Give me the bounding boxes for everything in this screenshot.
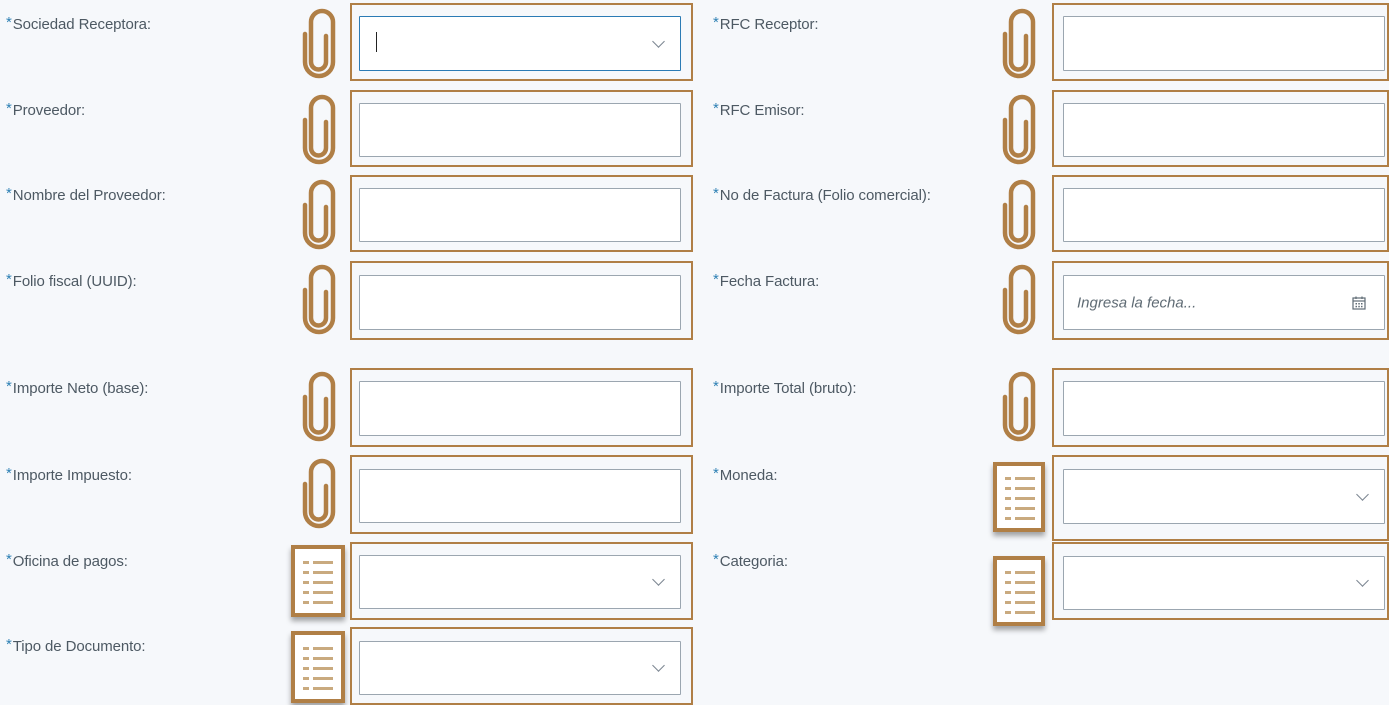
- list-icon[interactable]: [291, 545, 345, 617]
- importe-neto-input[interactable]: [359, 381, 681, 436]
- fecha-factura-datepicker[interactable]: Ingresa la fecha...: [1063, 275, 1385, 330]
- rfc-receptor-input[interactable]: [1063, 16, 1385, 71]
- tipo-documento-select[interactable]: [359, 641, 681, 695]
- calendar-icon[interactable]: [1352, 296, 1366, 310]
- paperclip-icon[interactable]: [302, 92, 336, 170]
- chevron-down-icon[interactable]: [652, 34, 665, 48]
- moneda-select[interactable]: [1063, 469, 1385, 524]
- label-folio-fiscal: *Folio fiscal (UUID):: [6, 271, 137, 290]
- list-icon[interactable]: [291, 631, 345, 703]
- list-icon[interactable]: [993, 462, 1045, 532]
- label-no-factura: *No de Factura (Folio comercial):: [713, 185, 931, 204]
- fecha-factura-placeholder: Ingresa la fecha...: [1077, 294, 1197, 311]
- paperclip-icon[interactable]: [1002, 6, 1036, 84]
- paperclip-icon[interactable]: [302, 262, 336, 340]
- oficina-pagos-select[interactable]: [359, 555, 681, 609]
- list-icon[interactable]: [993, 556, 1045, 626]
- importe-total-input[interactable]: [1063, 381, 1385, 436]
- label-tipo-documento: *Tipo de Documento:: [6, 636, 146, 655]
- label-importe-total: *Importe Total (bruto):: [713, 378, 857, 397]
- paperclip-icon[interactable]: [1002, 92, 1036, 170]
- label-importe-neto: *Importe Neto (base):: [6, 378, 149, 397]
- paperclip-icon[interactable]: [302, 177, 336, 255]
- label-importe-impuesto: *Importe Impuesto:: [6, 465, 132, 484]
- categoria-select[interactable]: [1063, 556, 1385, 610]
- nombre-proveedor-input[interactable]: [359, 188, 681, 242]
- paperclip-icon[interactable]: [302, 456, 336, 534]
- rfc-emisor-input[interactable]: [1063, 103, 1385, 157]
- paperclip-icon[interactable]: [1002, 177, 1036, 255]
- paperclip-icon[interactable]: [1002, 369, 1036, 447]
- label-rfc-receptor: *RFC Receptor:: [713, 14, 819, 33]
- label-moneda: *Moneda:: [713, 465, 778, 484]
- label-rfc-emisor: *RFC Emisor:: [713, 100, 805, 119]
- proveedor-input[interactable]: [359, 103, 681, 157]
- text-cursor: [376, 32, 377, 52]
- paperclip-icon[interactable]: [1002, 262, 1036, 340]
- chevron-down-icon[interactable]: [652, 573, 665, 586]
- label-oficina-pagos: *Oficina de pagos:: [6, 551, 128, 570]
- label-proveedor: *Proveedor:: [6, 100, 86, 119]
- chevron-down-icon[interactable]: [1356, 574, 1369, 587]
- importe-impuesto-input[interactable]: [359, 469, 681, 523]
- label-categoria: *Categoria:: [713, 551, 788, 570]
- paperclip-icon[interactable]: [302, 369, 336, 447]
- label-fecha-factura: *Fecha Factura:: [713, 271, 820, 290]
- folio-fiscal-input[interactable]: [359, 275, 681, 330]
- chevron-down-icon[interactable]: [652, 659, 665, 672]
- paperclip-icon[interactable]: [302, 6, 336, 84]
- chevron-down-icon[interactable]: [1356, 487, 1369, 501]
- label-nombre-proveedor: *Nombre del Proveedor:: [6, 185, 166, 204]
- sociedad-receptora-select[interactable]: [359, 16, 681, 71]
- label-sociedad-receptora: *Sociedad Receptora:: [6, 14, 151, 33]
- no-factura-input[interactable]: [1063, 188, 1385, 242]
